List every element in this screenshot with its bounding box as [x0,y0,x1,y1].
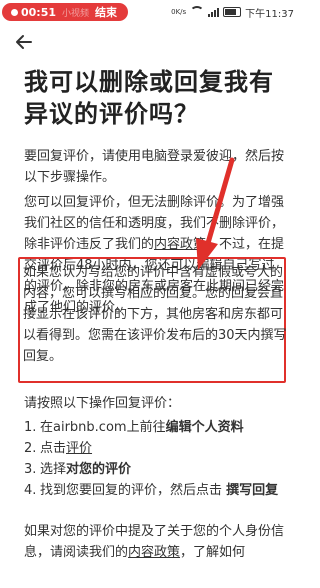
content-policy-link[interactable]: 内容政策 [154,237,206,252]
step-text: 在airbnb.com上前往编辑个人资料 [40,417,244,438]
screen-recording-pill[interactable]: 00:51 小视频 结束 [2,3,128,21]
steps-list: 1. 在airbnb.com上前往编辑个人资料 2. 点击评价 3. 选择对您的… [24,417,286,501]
list-item: 4. 找到您要回复的评价，然后点击 撰写回复 [24,480,286,501]
system-status: 0K/s 下午11:37 [171,4,294,20]
step-bold-text: 编辑个人资料 [165,420,244,435]
back-button[interactable] [14,32,38,52]
list-item: 3. 选择对您的评价 [24,459,286,480]
step-text-pre: 选择 [40,462,67,477]
list-item: 1. 在airbnb.com上前往编辑个人资料 [24,417,286,438]
step-number: 1. [24,420,37,435]
step-text: 点击评价 [40,438,92,459]
step-text-pre: 找到您要回复的评价，然后点击 [40,483,227,498]
network-speed: 0K/s [171,8,187,16]
recording-end-button[interactable]: 结束 [95,4,117,20]
recording-dot-icon [11,8,18,16]
intro-paragraph: 要回复评价，请使用电脑登录爱彼迎，然后按以下步骤操作。 [24,149,285,185]
step-bold-text: 撰写回复 [226,483,279,498]
page-title: 我可以删除或回复我有异议的评价吗？ [24,68,274,128]
battery-icon [223,7,242,17]
signal-icon [208,7,220,17]
step-text: 找到您要回复的评价，然后点击 撰写回复 [40,480,278,501]
wifi-icon [190,6,205,18]
step-number: 3. [24,462,37,477]
status-bar: 00:51 小视频 结束 0K/s 下午11:37 [0,0,300,24]
recording-hidden-text: 小视频 [62,8,90,19]
list-item: 2. 点击评价 [24,438,286,459]
content-policy-link-2[interactable]: 内容政策 [128,545,180,560]
step-bold-text: 对您的评价 [66,462,132,477]
step-number: 4. [24,483,37,498]
step-text-pre: 点击 [40,441,67,456]
clock: 下午11:37 [245,8,294,20]
step-text: 选择对您的评价 [40,459,131,480]
reviews-link[interactable]: 评价 [66,441,92,456]
step-text-pre: 在airbnb.com上前往 [40,420,166,435]
steps-intro: 请按照以下操作回复评价： [24,396,181,411]
top-nav [0,24,300,60]
reply-info-paragraph: 如果您认为写给您的评价中含有虚假或夸大的内容，您可以撰写相应的回复。您的回复会直… [23,265,287,364]
personal-info-paragraph: 如果对您的评价中提及了关于您的个人身份信息，请阅读我们的内容政策，了解如何 [24,521,286,563]
arrow-left-icon [16,35,32,49]
step-number: 2. [24,441,37,456]
personal-info-text-2: ，了解如何 [180,545,246,560]
recording-time: 00:51 [21,5,57,19]
